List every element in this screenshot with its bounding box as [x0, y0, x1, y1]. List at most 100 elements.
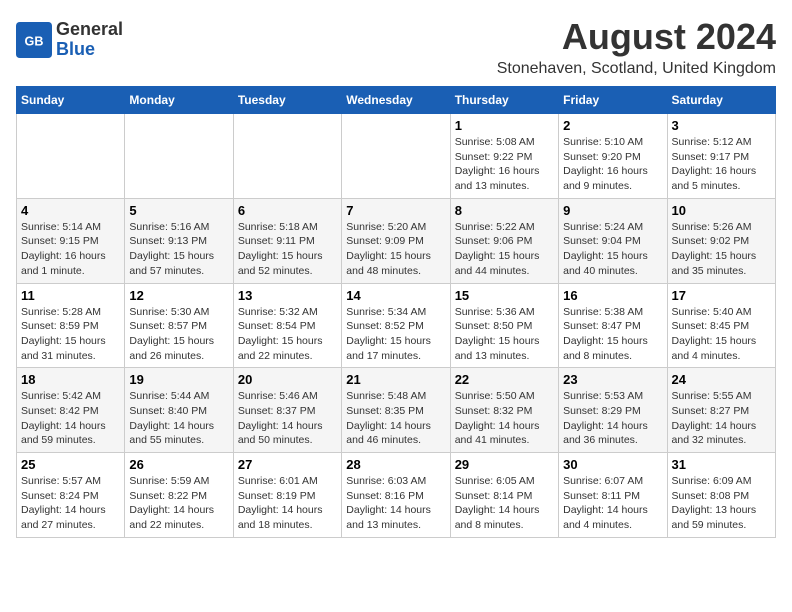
- col-header-sunday: Sunday: [17, 87, 125, 114]
- day-info: Sunrise: 5:10 AMSunset: 9:20 PMDaylight:…: [563, 135, 662, 194]
- calendar-cell: [125, 114, 233, 199]
- calendar-cell: 19 Sunrise: 5:44 AMSunset: 8:40 PMDayligh…: [125, 368, 233, 453]
- day-info: Sunrise: 5:50 AMSunset: 8:32 PMDaylight:…: [455, 389, 554, 448]
- day-number: 20: [238, 372, 337, 387]
- day-info: Sunrise: 5:16 AMSunset: 9:13 PMDaylight:…: [129, 220, 228, 279]
- day-info: Sunrise: 6:07 AMSunset: 8:11 PMDaylight:…: [563, 474, 662, 533]
- calendar-cell: 5 Sunrise: 5:16 AMSunset: 9:13 PMDaylight…: [125, 198, 233, 283]
- day-number: 7: [346, 203, 445, 218]
- calendar-cell: 4Sunrise: 5:14 AMSunset: 9:15 PMDaylight…: [17, 198, 125, 283]
- day-info: Sunrise: 6:01 AMSunset: 8:19 PMDaylight:…: [238, 474, 337, 533]
- day-number: 21: [346, 372, 445, 387]
- logo-blue-text: Blue: [56, 40, 123, 60]
- day-number: 5: [129, 203, 228, 218]
- calendar-cell: 23 Sunrise: 5:53 AMSunset: 8:29 PMDayligh…: [559, 368, 667, 453]
- calendar-cell: 6 Sunrise: 5:18 AMSunset: 9:11 PMDaylight…: [233, 198, 341, 283]
- calendar-week-2: 4Sunrise: 5:14 AMSunset: 9:15 PMDaylight…: [17, 198, 776, 283]
- day-number: 31: [672, 457, 771, 472]
- day-number: 12: [129, 288, 228, 303]
- calendar-cell: 3Sunrise: 5:12 AMSunset: 9:17 PMDaylight…: [667, 114, 775, 199]
- day-info: Sunrise: 6:03 AMSunset: 8:16 PMDaylight:…: [346, 474, 445, 533]
- calendar-cell: [17, 114, 125, 199]
- day-info: Sunrise: 5:26 AMSunset: 9:02 PMDaylight:…: [672, 220, 771, 279]
- calendar-cell: 14 Sunrise: 5:34 AMSunset: 8:52 PMDayligh…: [342, 283, 450, 368]
- day-info: Sunrise: 5:44 AMSunset: 8:40 PMDaylight:…: [129, 389, 228, 448]
- day-info: Sunrise: 5:30 AMSunset: 8:57 PMDaylight:…: [129, 305, 228, 364]
- calendar-cell: 13Sunrise: 5:32 AMSunset: 8:54 PMDayligh…: [233, 283, 341, 368]
- day-info: Sunrise: 5:57 AMSunset: 8:24 PMDaylight:…: [21, 474, 120, 533]
- day-info: Sunrise: 5:18 AMSunset: 9:11 PMDaylight:…: [238, 220, 337, 279]
- calendar-week-5: 25 Sunrise: 5:57 AMSunset: 8:24 PMDayligh…: [17, 453, 776, 538]
- col-header-monday: Monday: [125, 87, 233, 114]
- day-info: Sunrise: 5:46 AMSunset: 8:37 PMDaylight:…: [238, 389, 337, 448]
- calendar-cell: 20 Sunrise: 5:46 AMSunset: 8:37 PMDayligh…: [233, 368, 341, 453]
- month-year-title: August 2024: [497, 16, 776, 58]
- col-header-thursday: Thursday: [450, 87, 558, 114]
- calendar-cell: [233, 114, 341, 199]
- day-number: 22: [455, 372, 554, 387]
- day-info: Sunrise: 5:38 AMSunset: 8:47 PMDaylight:…: [563, 305, 662, 364]
- day-number: 11: [21, 288, 120, 303]
- day-info: Sunrise: 6:05 AMSunset: 8:14 PMDaylight:…: [455, 474, 554, 533]
- calendar-cell: 28 Sunrise: 6:03 AMSunset: 8:16 PMDayligh…: [342, 453, 450, 538]
- logo-icon: GB: [16, 22, 52, 58]
- day-info: Sunrise: 5:53 AMSunset: 8:29 PMDaylight:…: [563, 389, 662, 448]
- day-number: 25: [21, 457, 120, 472]
- day-number: 29: [455, 457, 554, 472]
- day-info: Sunrise: 5:40 AMSunset: 8:45 PMDaylight:…: [672, 305, 771, 364]
- day-number: 14: [346, 288, 445, 303]
- col-header-saturday: Saturday: [667, 87, 775, 114]
- day-info: Sunrise: 5:08 AMSunset: 9:22 PMDaylight:…: [455, 135, 554, 194]
- calendar-cell: 8 Sunrise: 5:22 AMSunset: 9:06 PMDaylight…: [450, 198, 558, 283]
- calendar-cell: 31 Sunrise: 6:09 AMSunset: 8:08 PMDayligh…: [667, 453, 775, 538]
- calendar-cell: 12 Sunrise: 5:30 AMSunset: 8:57 PMDayligh…: [125, 283, 233, 368]
- day-number: 19: [129, 372, 228, 387]
- day-info: Sunrise: 5:34 AMSunset: 8:52 PMDaylight:…: [346, 305, 445, 364]
- calendar-cell: 18 Sunrise: 5:42 AMSunset: 8:42 PMDayligh…: [17, 368, 125, 453]
- day-info: Sunrise: 5:55 AMSunset: 8:27 PMDaylight:…: [672, 389, 771, 448]
- day-number: 6: [238, 203, 337, 218]
- calendar-cell: 9 Sunrise: 5:24 AMSunset: 9:04 PMDaylight…: [559, 198, 667, 283]
- day-number: 27: [238, 457, 337, 472]
- day-number: 8: [455, 203, 554, 218]
- day-info: Sunrise: 5:20 AMSunset: 9:09 PMDaylight:…: [346, 220, 445, 279]
- day-info: Sunrise: 5:24 AMSunset: 9:04 PMDaylight:…: [563, 220, 662, 279]
- day-number: 4: [21, 203, 120, 218]
- calendar-cell: 11 Sunrise: 5:28 AMSunset: 8:59 PMDayligh…: [17, 283, 125, 368]
- calendar-cell: 26 Sunrise: 5:59 AMSunset: 8:22 PMDayligh…: [125, 453, 233, 538]
- calendar-cell: 16 Sunrise: 5:38 AMSunset: 8:47 PMDayligh…: [559, 283, 667, 368]
- day-number: 26: [129, 457, 228, 472]
- location-subtitle: Stonehaven, Scotland, United Kingdom: [497, 60, 776, 78]
- day-info: Sunrise: 5:59 AMSunset: 8:22 PMDaylight:…: [129, 474, 228, 533]
- calendar-cell: 29 Sunrise: 6:05 AMSunset: 8:14 PMDayligh…: [450, 453, 558, 538]
- day-number: 3: [672, 118, 771, 133]
- calendar-header-row: SundayMondayTuesdayWednesdayThursdayFrid…: [17, 87, 776, 114]
- col-header-wednesday: Wednesday: [342, 87, 450, 114]
- calendar-cell: 17 Sunrise: 5:40 AMSunset: 8:45 PMDayligh…: [667, 283, 775, 368]
- calendar-cell: 7 Sunrise: 5:20 AMSunset: 9:09 PMDaylight…: [342, 198, 450, 283]
- calendar-cell: 1 Sunrise: 5:08 AMSunset: 9:22 PMDaylight…: [450, 114, 558, 199]
- logo: GB General Blue: [16, 20, 123, 60]
- calendar-week-3: 11 Sunrise: 5:28 AMSunset: 8:59 PMDayligh…: [17, 283, 776, 368]
- calendar-cell: [342, 114, 450, 199]
- col-header-friday: Friday: [559, 87, 667, 114]
- day-number: 30: [563, 457, 662, 472]
- day-number: 10: [672, 203, 771, 218]
- calendar-cell: 22 Sunrise: 5:50 AMSunset: 8:32 PMDayligh…: [450, 368, 558, 453]
- day-info: Sunrise: 6:09 AMSunset: 8:08 PMDaylight:…: [672, 474, 771, 533]
- day-info: Sunrise: 5:28 AMSunset: 8:59 PMDaylight:…: [21, 305, 120, 364]
- calendar-week-4: 18 Sunrise: 5:42 AMSunset: 8:42 PMDayligh…: [17, 368, 776, 453]
- day-number: 2: [563, 118, 662, 133]
- day-number: 18: [21, 372, 120, 387]
- day-number: 13: [238, 288, 337, 303]
- day-number: 1: [455, 118, 554, 133]
- day-number: 28: [346, 457, 445, 472]
- day-number: 23: [563, 372, 662, 387]
- day-number: 16: [563, 288, 662, 303]
- title-block: August 2024 Stonehaven, Scotland, United…: [497, 16, 776, 78]
- calendar-cell: 30 Sunrise: 6:07 AMSunset: 8:11 PMDayligh…: [559, 453, 667, 538]
- day-info: Sunrise: 5:42 AMSunset: 8:42 PMDaylight:…: [21, 389, 120, 448]
- day-info: Sunrise: 5:22 AMSunset: 9:06 PMDaylight:…: [455, 220, 554, 279]
- day-number: 9: [563, 203, 662, 218]
- day-number: 17: [672, 288, 771, 303]
